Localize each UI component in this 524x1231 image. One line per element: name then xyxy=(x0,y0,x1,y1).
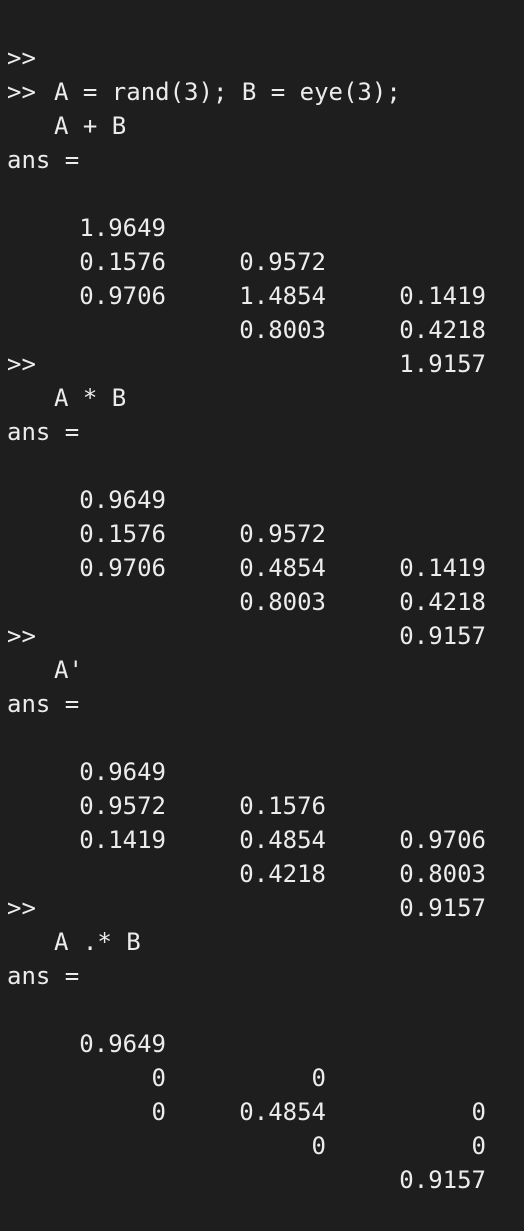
matrix-row: 0.9649 0 0 xyxy=(0,993,524,1126)
matrix-cell: 0.4854 xyxy=(239,1098,326,1126)
ans-line: ans = xyxy=(0,653,524,718)
ans-line: ans = xyxy=(0,109,524,174)
matrix-row: 0.1419 0.4218 0.9157 xyxy=(0,789,524,922)
command-line: >> A' xyxy=(0,585,524,684)
matrix-row: 1.9649 0.9572 0.1419 xyxy=(0,177,524,310)
matrix-row: 0 0 0.9157 xyxy=(0,1061,524,1194)
ans-line: ans = xyxy=(0,381,524,446)
matrix-row: 0.9649 0.9572 0.1419 xyxy=(0,449,524,582)
matrix-row: 0.1576 1.4854 0.4218 xyxy=(0,211,524,344)
command-line: >> A .* B xyxy=(0,857,524,956)
matrix-cell: 0 xyxy=(311,1132,326,1160)
matrix-cell: 0.9157 xyxy=(399,1166,486,1194)
matrix-row: 0 0.4854 0 xyxy=(0,1027,524,1160)
command-line: >> A = rand(3); B = eye(3); xyxy=(0,7,524,106)
command-line: >> A + B xyxy=(0,41,524,140)
matrix-cell: 0 xyxy=(471,1098,486,1126)
matrix-row: 0.9649 0.1576 0.9706 xyxy=(0,721,524,854)
matrix-row: 0.1576 0.4854 0.4218 xyxy=(0,483,524,616)
matrix-row: 0.9706 0.8003 1.9157 xyxy=(0,245,524,378)
matrix-row: 0.9706 0.8003 0.9157 xyxy=(0,517,524,650)
matrix-cell: 0 xyxy=(471,1132,486,1160)
matrix-row: 0.9572 0.4854 0.8003 xyxy=(0,755,524,888)
matrix-cell: 0 xyxy=(151,1098,166,1126)
ans-line: ans = xyxy=(0,925,524,990)
command-line: >> A * B xyxy=(0,313,524,412)
command-window[interactable]: >> A = rand(3); B = eye(3); >> A + B ans… xyxy=(0,0,524,1194)
